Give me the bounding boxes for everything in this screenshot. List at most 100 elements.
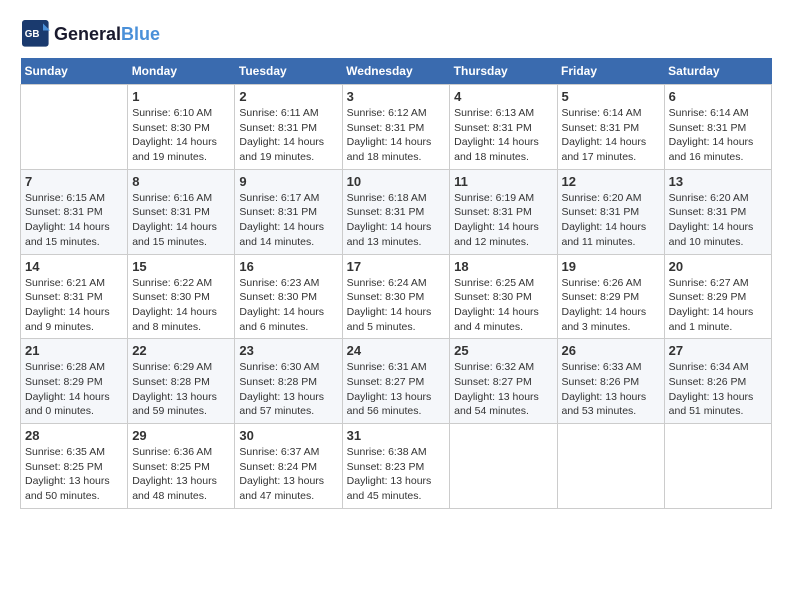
calendar-cell: 21 Sunrise: 6:28 AM Sunset: 8:29 PM Dayli… [21, 339, 128, 424]
day-number: 23 [239, 343, 337, 358]
svg-text:GB: GB [25, 29, 40, 40]
weekday-header-sunday: Sunday [21, 58, 128, 85]
day-info: Sunrise: 6:20 AM Sunset: 8:31 PM Dayligh… [562, 191, 660, 250]
calendar-cell: 17 Sunrise: 6:24 AM Sunset: 8:30 PM Dayli… [342, 254, 450, 339]
day-number: 21 [25, 343, 123, 358]
day-info: Sunrise: 6:16 AM Sunset: 8:31 PM Dayligh… [132, 191, 230, 250]
day-info: Sunrise: 6:21 AM Sunset: 8:31 PM Dayligh… [25, 276, 123, 335]
calendar-cell: 24 Sunrise: 6:31 AM Sunset: 8:27 PM Dayli… [342, 339, 450, 424]
calendar-cell: 2 Sunrise: 6:11 AM Sunset: 8:31 PM Daylig… [235, 85, 342, 170]
day-number: 16 [239, 259, 337, 274]
day-number: 2 [239, 89, 337, 104]
calendar-cell: 15 Sunrise: 6:22 AM Sunset: 8:30 PM Dayli… [128, 254, 235, 339]
calendar-cell: 26 Sunrise: 6:33 AM Sunset: 8:26 PM Dayli… [557, 339, 664, 424]
weekday-header-tuesday: Tuesday [235, 58, 342, 85]
day-info: Sunrise: 6:14 AM Sunset: 8:31 PM Dayligh… [562, 106, 660, 165]
day-info: Sunrise: 6:20 AM Sunset: 8:31 PM Dayligh… [669, 191, 767, 250]
day-info: Sunrise: 6:18 AM Sunset: 8:31 PM Dayligh… [347, 191, 446, 250]
day-info: Sunrise: 6:11 AM Sunset: 8:31 PM Dayligh… [239, 106, 337, 165]
calendar-cell: 12 Sunrise: 6:20 AM Sunset: 8:31 PM Dayli… [557, 169, 664, 254]
day-number: 17 [347, 259, 446, 274]
day-number: 30 [239, 428, 337, 443]
day-number: 6 [669, 89, 767, 104]
day-number: 20 [669, 259, 767, 274]
calendar-cell [664, 424, 771, 509]
day-info: Sunrise: 6:34 AM Sunset: 8:26 PM Dayligh… [669, 360, 767, 419]
calendar-cell: 31 Sunrise: 6:38 AM Sunset: 8:23 PM Dayli… [342, 424, 450, 509]
day-number: 24 [347, 343, 446, 358]
day-number: 18 [454, 259, 552, 274]
calendar-cell: 30 Sunrise: 6:37 AM Sunset: 8:24 PM Dayli… [235, 424, 342, 509]
calendar-cell: 18 Sunrise: 6:25 AM Sunset: 8:30 PM Dayli… [450, 254, 557, 339]
day-number: 28 [25, 428, 123, 443]
day-number: 29 [132, 428, 230, 443]
day-info: Sunrise: 6:12 AM Sunset: 8:31 PM Dayligh… [347, 106, 446, 165]
logo-text: GeneralBlue [54, 24, 160, 45]
day-number: 19 [562, 259, 660, 274]
day-info: Sunrise: 6:22 AM Sunset: 8:30 PM Dayligh… [132, 276, 230, 335]
logo: GB GeneralBlue [20, 20, 160, 48]
calendar-week-row: 1 Sunrise: 6:10 AM Sunset: 8:30 PM Daylig… [21, 85, 772, 170]
day-info: Sunrise: 6:33 AM Sunset: 8:26 PM Dayligh… [562, 360, 660, 419]
calendar-cell: 25Sunrise: 6:32 AM Sunset: 8:27 PM Dayli… [450, 339, 557, 424]
calendar-cell: 8 Sunrise: 6:16 AM Sunset: 8:31 PM Daylig… [128, 169, 235, 254]
day-number: 5 [562, 89, 660, 104]
weekday-header-row: SundayMondayTuesdayWednesdayThursdayFrid… [21, 58, 772, 85]
calendar-week-row: 7Sunrise: 6:15 AM Sunset: 8:31 PM Daylig… [21, 169, 772, 254]
calendar-table: SundayMondayTuesdayWednesdayThursdayFrid… [20, 58, 772, 509]
day-info: Sunrise: 6:26 AM Sunset: 8:29 PM Dayligh… [562, 276, 660, 335]
day-info: Sunrise: 6:37 AM Sunset: 8:24 PM Dayligh… [239, 445, 337, 504]
day-number: 10 [347, 174, 446, 189]
calendar-cell: 22Sunrise: 6:29 AM Sunset: 8:28 PM Dayli… [128, 339, 235, 424]
weekday-header-wednesday: Wednesday [342, 58, 450, 85]
day-number: 12 [562, 174, 660, 189]
day-number: 7 [25, 174, 123, 189]
calendar-week-row: 21 Sunrise: 6:28 AM Sunset: 8:29 PM Dayli… [21, 339, 772, 424]
day-number: 14 [25, 259, 123, 274]
day-info: Sunrise: 6:32 AM Sunset: 8:27 PM Dayligh… [454, 360, 552, 419]
calendar-cell: 7Sunrise: 6:15 AM Sunset: 8:31 PM Daylig… [21, 169, 128, 254]
day-info: Sunrise: 6:27 AM Sunset: 8:29 PM Dayligh… [669, 276, 767, 335]
weekday-header-saturday: Saturday [664, 58, 771, 85]
day-info: Sunrise: 6:31 AM Sunset: 8:27 PM Dayligh… [347, 360, 446, 419]
calendar-cell: 16Sunrise: 6:23 AM Sunset: 8:30 PM Dayli… [235, 254, 342, 339]
day-number: 13 [669, 174, 767, 189]
day-number: 15 [132, 259, 230, 274]
day-number: 8 [132, 174, 230, 189]
day-info: Sunrise: 6:29 AM Sunset: 8:28 PM Dayligh… [132, 360, 230, 419]
weekday-header-thursday: Thursday [450, 58, 557, 85]
weekday-header-friday: Friday [557, 58, 664, 85]
calendar-cell [557, 424, 664, 509]
calendar-cell: 1 Sunrise: 6:10 AM Sunset: 8:30 PM Daylig… [128, 85, 235, 170]
logo-icon: GB [22, 20, 50, 48]
calendar-cell: 9 Sunrise: 6:17 AM Sunset: 8:31 PM Daylig… [235, 169, 342, 254]
day-info: Sunrise: 6:10 AM Sunset: 8:30 PM Dayligh… [132, 106, 230, 165]
calendar-cell [450, 424, 557, 509]
calendar-cell: 4Sunrise: 6:13 AM Sunset: 8:31 PM Daylig… [450, 85, 557, 170]
day-number: 26 [562, 343, 660, 358]
day-info: Sunrise: 6:19 AM Sunset: 8:31 PM Dayligh… [454, 191, 552, 250]
day-number: 1 [132, 89, 230, 104]
day-number: 3 [347, 89, 446, 104]
day-info: Sunrise: 6:13 AM Sunset: 8:31 PM Dayligh… [454, 106, 552, 165]
calendar-cell: 10 Sunrise: 6:18 AM Sunset: 8:31 PM Dayli… [342, 169, 450, 254]
calendar-week-row: 28 Sunrise: 6:35 AM Sunset: 8:25 PM Dayli… [21, 424, 772, 509]
day-number: 9 [239, 174, 337, 189]
calendar-cell: 23Sunrise: 6:30 AM Sunset: 8:28 PM Dayli… [235, 339, 342, 424]
day-info: Sunrise: 6:24 AM Sunset: 8:30 PM Dayligh… [347, 276, 446, 335]
day-info: Sunrise: 6:35 AM Sunset: 8:25 PM Dayligh… [25, 445, 123, 504]
day-info: Sunrise: 6:14 AM Sunset: 8:31 PM Dayligh… [669, 106, 767, 165]
day-number: 31 [347, 428, 446, 443]
calendar-cell: 29Sunrise: 6:36 AM Sunset: 8:25 PM Dayli… [128, 424, 235, 509]
calendar-cell: 6 Sunrise: 6:14 AM Sunset: 8:31 PM Daylig… [664, 85, 771, 170]
calendar-cell: 5 Sunrise: 6:14 AM Sunset: 8:31 PM Daylig… [557, 85, 664, 170]
day-info: Sunrise: 6:17 AM Sunset: 8:31 PM Dayligh… [239, 191, 337, 250]
day-info: Sunrise: 6:38 AM Sunset: 8:23 PM Dayligh… [347, 445, 446, 504]
day-info: Sunrise: 6:25 AM Sunset: 8:30 PM Dayligh… [454, 276, 552, 335]
calendar-cell: 3 Sunrise: 6:12 AM Sunset: 8:31 PM Daylig… [342, 85, 450, 170]
day-number: 27 [669, 343, 767, 358]
day-info: Sunrise: 6:28 AM Sunset: 8:29 PM Dayligh… [25, 360, 123, 419]
calendar-week-row: 14 Sunrise: 6:21 AM Sunset: 8:31 PM Dayli… [21, 254, 772, 339]
day-number: 11 [454, 174, 552, 189]
page-header: GB GeneralBlue [20, 20, 772, 48]
